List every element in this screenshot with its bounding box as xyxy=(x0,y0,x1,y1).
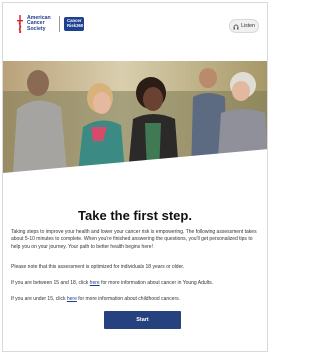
header: American Cancer Society Cancer Risk360 L… xyxy=(3,3,267,49)
young-adult-prefix: If you are between 15 and 18, click xyxy=(11,280,90,286)
acs-sword-icon xyxy=(17,15,23,34)
young-adult-note: If you are between 15 and 18, click here… xyxy=(11,280,263,287)
logo-divider xyxy=(59,16,60,32)
hero-image xyxy=(3,61,267,173)
child-prefix: If you are under 15, click xyxy=(11,296,67,302)
young-adult-suffix: for more information about cancer in You… xyxy=(99,280,214,286)
page-title: Take the first step. xyxy=(78,208,192,223)
intro-text: Taking steps to improve your health and … xyxy=(11,229,257,250)
age-note: Please note that this assessment is opti… xyxy=(11,264,185,270)
page-frame: American Cancer Society Cancer Risk360 L… xyxy=(2,2,268,352)
logo-org-name: American Cancer Society xyxy=(27,15,55,33)
young-adult-link[interactable]: here xyxy=(90,280,100,286)
logo-badge: Cancer Risk360 xyxy=(64,17,84,31)
child-suffix: for more information about childhood can… xyxy=(76,296,181,302)
acs-logo[interactable]: American Cancer Society Cancer Risk360 xyxy=(17,15,84,34)
listen-label: Listen xyxy=(241,23,255,29)
child-link[interactable]: here xyxy=(67,296,77,302)
listen-button[interactable]: Listen xyxy=(229,19,259,33)
logo-org-line3: Society xyxy=(27,25,46,32)
start-button[interactable]: Start xyxy=(104,311,181,329)
child-note: If you are under 15, click here for more… xyxy=(11,296,263,303)
logo-badge-line2: Risk360 xyxy=(67,23,84,28)
headphones-icon xyxy=(233,17,239,35)
